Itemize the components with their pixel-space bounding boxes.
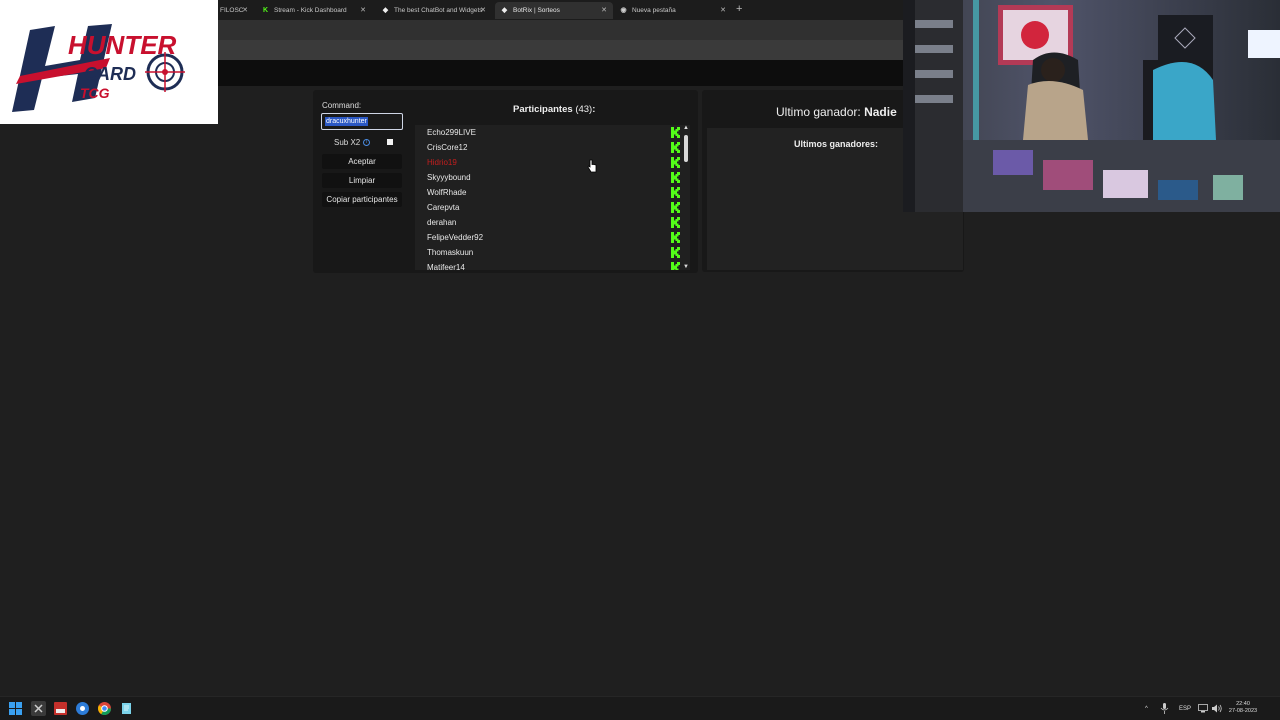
last-winners-label: Ultimos ganadores: [794,139,879,149]
microphone-icon[interactable] [1160,703,1169,714]
kick-icon [671,127,680,138]
participant-row[interactable]: derahan [427,215,680,230]
close-tab-icon[interactable]: ✕ [242,6,248,14]
participant-name: Thomaskuun [427,248,474,257]
tab-filosc[interactable]: FILOSC ✕ [214,2,254,19]
participant-row[interactable]: FelipeVedder92 [427,230,680,245]
tab-label: Stream - Kick Dashboard [274,7,347,14]
tab-chatbot-widgets[interactable]: ◆ The best ChatBot and Widgets ✕ [376,2,492,19]
kick-icon: K [262,7,269,14]
participant-name: FelipeVedder92 [427,233,484,242]
kick-icon [671,217,680,228]
kick-icon [671,142,680,153]
close-tab-icon[interactable]: ✕ [601,6,607,14]
command-value: dracuxhunter [325,117,368,126]
copy-participants-button[interactable]: Copiar participantes [322,192,402,207]
kick-icon [671,187,680,198]
webcam-feed [903,0,1280,212]
windows-taskbar: ^ ESP 22:40 27-08-2023 [0,696,1280,720]
kick-icon [671,202,680,213]
kick-icon [671,232,680,243]
tab-label: FILOSC [220,7,244,14]
close-tab-icon[interactable]: ✕ [480,6,486,14]
network-icon[interactable] [1198,704,1208,713]
tray-overflow-icon[interactable]: ^ [1145,697,1148,720]
botrix-icon: ◆ [382,7,389,14]
app-x-icon[interactable] [31,701,46,716]
tab-botrix-sorteos[interactable]: ◆ BotRix | Sorteos ✕ [495,2,613,19]
participant-row[interactable]: WolfRhade [427,185,680,200]
last-winner-value: Nadie [864,105,897,119]
tab-label: BotRix | Sorteos [513,7,560,14]
command-label: Command: [322,101,362,110]
participant-name: derahan [427,218,457,227]
participant-row[interactable]: Carepvta [427,200,680,215]
language-indicator[interactable]: ESP [1179,697,1191,720]
close-tab-icon[interactable]: ✕ [360,6,366,14]
accept-button[interactable]: Aceptar [322,154,402,169]
tab-label: The best ChatBot and Widgets [394,7,483,14]
clock-date: 27-08-2023 [1228,708,1258,714]
windows-start-icon[interactable] [9,702,22,715]
participant-name: Hidrio19 [427,158,457,167]
participant-name: Carepvta [427,203,460,212]
webcam-image [903,0,1280,212]
participant-name: Skyyybound [427,173,471,182]
speaker-icon[interactable] [1212,704,1222,713]
globe-icon: ◉ [620,7,627,14]
kick-icon [671,247,680,258]
close-tab-icon[interactable]: ✕ [720,6,726,14]
botrix-icon: ◆ [501,7,508,14]
logo-card-text: CARD [84,64,136,84]
tab-nueva-pestana[interactable]: ◉ Nueva pestaña ✕ [614,2,732,19]
streamlabs-icon[interactable] [76,702,89,715]
logo-tcg-text: TCG [80,85,110,101]
scroll-down-icon[interactable]: ▼ [682,264,690,270]
notepad-icon[interactable] [120,702,133,715]
scroll-up-icon[interactable]: ▲ [682,125,690,131]
logo-graphic: HUNTER CARD TCG [12,24,185,112]
participant-row[interactable]: Skyyybound [427,170,680,185]
participant-row[interactable]: Thomaskuun [427,245,680,260]
participant-name: WolfRhade [427,188,467,197]
kick-icon [671,157,680,168]
last-winner: Ultimo ganador: Nadie [776,105,897,119]
command-input[interactable]: dracuxhunter [321,113,403,130]
tab-label: Nueva pestaña [632,7,676,14]
participants-count: (43) [575,104,593,115]
participant-row[interactable]: Echo299LIVE [427,125,680,140]
participant-row[interactable]: Hidrio19 [427,155,680,170]
taskbar-clock[interactable]: 22:40 27-08-2023 [1228,701,1258,715]
participant-row[interactable]: CrisCore12 [427,140,680,155]
participant-name: Matifeer14 [427,263,465,270]
participant-row[interactable]: Matifeer14 [427,260,680,270]
hand-cursor-icon [587,159,597,173]
screen: FILOSC ✕ K Stream - Kick Dashboard ✕ ◆ T… [0,0,1280,720]
participants-list[interactable]: Echo299LIVE CrisCore12 Hidrio19 Skyyybound W… [415,125,690,270]
clear-button[interactable]: Limpiar [322,173,402,188]
last-winner-label: Ultimo ganador: [776,105,861,119]
scroll-thumb[interactable] [684,135,688,162]
kick-icon [671,262,680,270]
participants-colon: : [592,104,596,115]
participants-title-label: Participantes [513,104,573,115]
hunter-card-tcg-logo: HUNTER CARD TCG [0,0,218,124]
sub-x2-label: Sub X2 [334,138,361,147]
sub-x2-checkbox[interactable] [387,139,393,145]
new-tab-button[interactable]: + [736,3,742,15]
participant-name: CrisCore12 [427,143,468,152]
kick-icon [671,172,680,183]
clock-time: 22:40 [1236,701,1250,707]
participant-name: Echo299LIVE [427,128,476,137]
recording-app-icon[interactable] [54,702,67,715]
info-icon[interactable]: i [363,139,370,146]
tab-kick-dashboard[interactable]: K Stream - Kick Dashboard ✕ [256,2,372,19]
participants-scrollbar[interactable]: ▲ ▼ [682,125,690,270]
participants-title: Participantes (43): [513,104,595,115]
chrome-icon[interactable] [98,702,111,715]
